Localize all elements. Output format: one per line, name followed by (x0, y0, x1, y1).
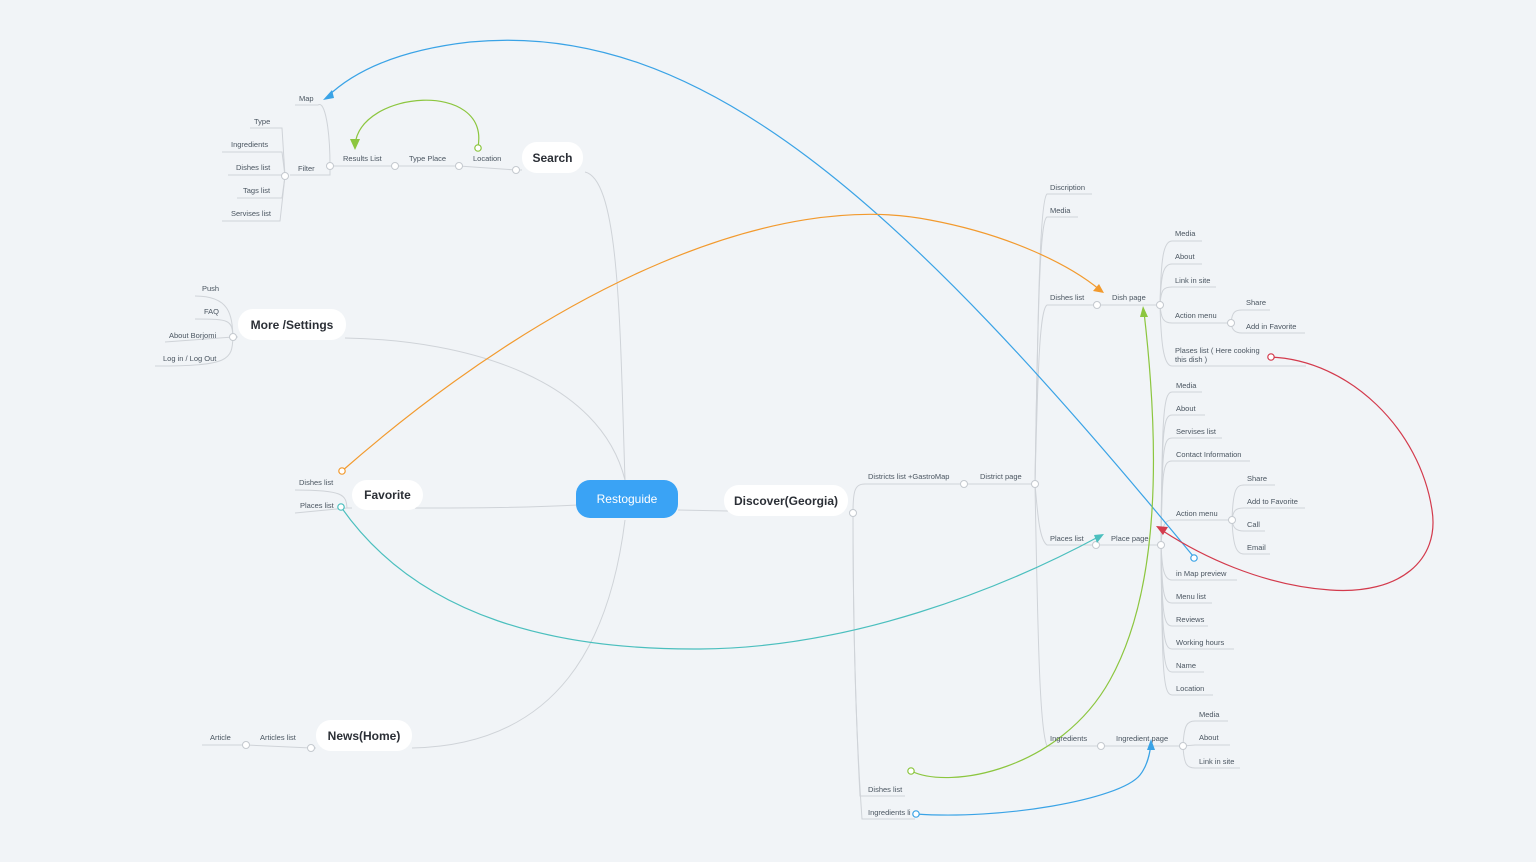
node-connectors (229, 162, 1236, 752)
node-media[interactable]: Media (1050, 206, 1071, 215)
node-settings-item[interactable]: About Borjomi (169, 331, 216, 340)
node-dish-action[interactable]: Share (1246, 298, 1266, 307)
node-favorite-item[interactable]: Places list (300, 501, 335, 510)
topic-discover-georgia[interactable]: Discover(Georgia) (724, 485, 848, 516)
rel-arrow-fav-places (340, 506, 1101, 650)
node-map[interactable]: Map (299, 94, 314, 103)
topic-search[interactable]: Search (522, 142, 583, 173)
root-topic-restoguide[interactable]: Restoguide (576, 480, 678, 518)
node-bottom-ingredients-list[interactable]: Ingredients li (868, 808, 911, 817)
topic-favorite[interactable]: Favorite (352, 480, 423, 510)
node-place-item[interactable]: Action menu (1176, 509, 1218, 518)
node-place-item[interactable]: About (1176, 404, 1197, 413)
rel-arrow-location-loop (354, 99, 480, 148)
node-filter-item[interactable]: Type (254, 117, 270, 126)
node-dish-page[interactable]: Dish page (1112, 293, 1146, 302)
node-filter[interactable]: Filter (298, 164, 315, 173)
node-place-item[interactable]: in Map preview (1176, 569, 1227, 578)
node-article[interactable]: Article (210, 733, 231, 742)
arrowhead (350, 139, 360, 150)
node-settings-item[interactable]: Push (202, 284, 219, 293)
node-dish-action[interactable]: Add in Favorite (1246, 322, 1296, 331)
node-place-item[interactable]: Reviews (1176, 615, 1205, 624)
node-ingredient-item[interactable]: Media (1199, 710, 1220, 719)
node-location[interactable]: Location (473, 154, 501, 163)
node-place-item[interactable]: Location (1176, 684, 1204, 693)
node-bottom-dishes-list[interactable]: Dishes list (868, 785, 903, 794)
node-place-action[interactable]: Share (1247, 474, 1267, 483)
node-dish-item[interactable]: Action menu (1175, 311, 1217, 320)
node-filter-item[interactable]: Ingredients (231, 140, 268, 149)
topic-more-settings[interactable]: More /Settings (238, 309, 346, 340)
node-labels: Location Type Place Results List Map Fil… (163, 94, 1298, 817)
node-place-page[interactable]: Place page (1111, 534, 1149, 543)
node-dish-item[interactable]: About (1175, 252, 1196, 261)
node-ingredients[interactable]: Ingredients (1050, 734, 1087, 743)
rel-arrow-fav-dishes (341, 213, 1101, 472)
node-dishes-list[interactable]: Dishes list (1050, 293, 1085, 302)
arrowhead (323, 90, 334, 100)
rel-arrow-places-list (1162, 356, 1434, 592)
node-place-item[interactable]: Media (1176, 381, 1197, 390)
topic-news-home[interactable]: News(Home) (316, 720, 412, 751)
node-place-action[interactable]: Email (1247, 543, 1266, 552)
node-ingredient-page[interactable]: Ingredient page (1116, 734, 1168, 743)
node-place-item[interactable]: Contact Information (1176, 450, 1241, 459)
node-type-place[interactable]: Type Place (409, 154, 446, 163)
node-filter-item[interactable]: Servises list (231, 209, 272, 218)
node-place-item[interactable]: Menu list (1176, 592, 1207, 601)
node-districts-list[interactable]: Districts list +GastroMap (868, 472, 949, 481)
node-district-page[interactable]: District page (980, 472, 1022, 481)
node-place-item[interactable]: Working hours (1176, 638, 1224, 647)
node-settings-item[interactable]: Log in / Log Out (163, 354, 217, 363)
node-discription[interactable]: Discription (1050, 183, 1085, 192)
node-dish-item[interactable]: Plases list ( Here cooking (1175, 346, 1260, 355)
node-place-item[interactable]: Servises list (1176, 427, 1217, 436)
node-ingredient-item[interactable]: About (1199, 733, 1220, 742)
node-place-item[interactable]: Name (1176, 661, 1196, 670)
node-articles-list[interactable]: Articles list (260, 733, 297, 742)
node-favorite-item[interactable]: Dishes list (299, 478, 334, 487)
node-filter-item[interactable]: Dishes list (236, 163, 271, 172)
arrowhead (1140, 306, 1148, 317)
node-place-action[interactable]: Call (1247, 520, 1260, 529)
node-place-action[interactable]: Add to Favorite (1247, 497, 1298, 506)
mind-map-canvas: Location Type Place Results List Map Fil… (154, 39, 1434, 820)
node-ingredient-item[interactable]: Link in site (1199, 757, 1234, 766)
node-dish-item[interactable]: Link in site (1175, 276, 1210, 285)
node-places-list[interactable]: Places list (1050, 534, 1085, 543)
node-results-list[interactable]: Results List (343, 154, 383, 163)
branch-lines (154, 104, 1306, 820)
node-settings-item[interactable]: FAQ (204, 307, 219, 316)
node-dish-item[interactable]: Media (1175, 229, 1196, 238)
node-dish-item[interactable]: this dish ) (1175, 355, 1208, 364)
node-filter-item[interactable]: Tags list (243, 186, 271, 195)
